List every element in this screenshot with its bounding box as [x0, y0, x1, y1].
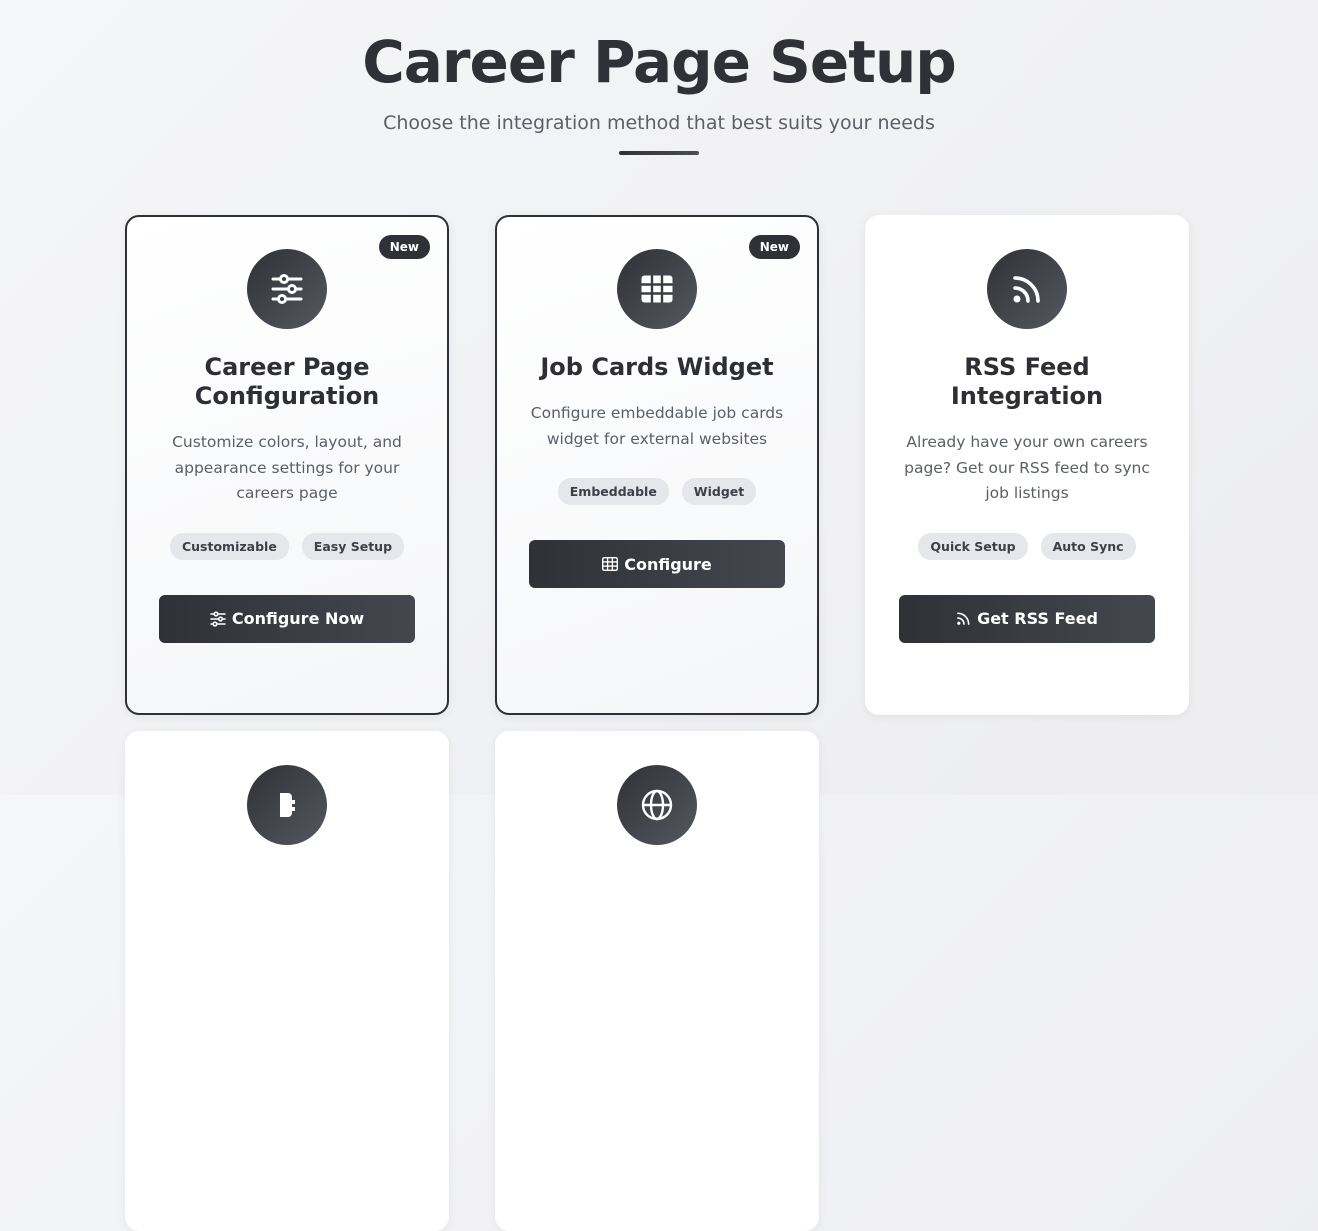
card-web-integration [495, 731, 819, 1231]
tag-quick-setup: Quick Setup [918, 532, 1028, 560]
button-label: Configure Now [231, 609, 365, 628]
get-rss-feed-button[interactable]: Get RSS Feed [899, 594, 1155, 643]
card-title: Job Cards Widget [540, 353, 774, 381]
tag-embeddable: Embeddable [557, 478, 669, 505]
plugin-icon [247, 765, 327, 845]
card-title-line: Integration [950, 382, 1104, 410]
card-rss-feed-integration: RSS Feed Integration Already have your o… [865, 215, 1189, 715]
card-description: Configure embeddable job cards widget fo… [530, 404, 784, 448]
card-title-line: Configuration [194, 382, 380, 410]
title-divider [619, 151, 699, 155]
configure-button[interactable]: Configure [529, 540, 785, 588]
rss-icon [957, 612, 970, 625]
button-label: Configure [624, 554, 712, 574]
sliders-icon [210, 610, 226, 627]
tag-auto-sync: Auto Sync [1040, 532, 1136, 560]
tag-list: Quick Setup Auto Sync [865, 532, 1189, 560]
configure-now-button[interactable]: Configure Now [159, 594, 415, 643]
button-label: Get RSS Feed [977, 609, 1098, 628]
tag-easy-setup: Easy Setup [301, 532, 405, 560]
new-badge: New [378, 235, 430, 259]
card-career-page-configuration: New Career Page Configuration Customize … [125, 215, 449, 715]
grid-icon [617, 249, 697, 329]
new-badge: New [748, 235, 800, 259]
tag-widget: Widget [681, 478, 757, 505]
rss-icon [987, 249, 1067, 329]
grid-icon [602, 557, 619, 571]
card-description: Already have your own careers page? Get … [904, 433, 1150, 502]
tag-customizable: Customizable [169, 532, 289, 560]
page-title: Career Page Setup [362, 28, 957, 96]
card-title-line: Career Page [204, 353, 370, 381]
globe-icon [617, 765, 697, 845]
card-title: Career Page Configuration [157, 353, 417, 411]
page-header: Career Page Setup Choose the integration… [0, 0, 1318, 155]
card-description: Customize colors, layout, and appearance… [172, 433, 402, 502]
card-title: RSS Feed Integration [897, 353, 1157, 411]
card-plugin-integration [125, 731, 449, 1231]
card-job-cards-widget: New Job Cards Widget Configure embeddabl… [495, 215, 819, 715]
card-title-line: RSS Feed [964, 353, 1090, 381]
page-subtitle: Choose the integration method that best … [383, 112, 935, 134]
tag-list: Embeddable Widget [497, 478, 817, 505]
sliders-icon [247, 249, 327, 329]
tag-list: Customizable Easy Setup [127, 532, 447, 560]
